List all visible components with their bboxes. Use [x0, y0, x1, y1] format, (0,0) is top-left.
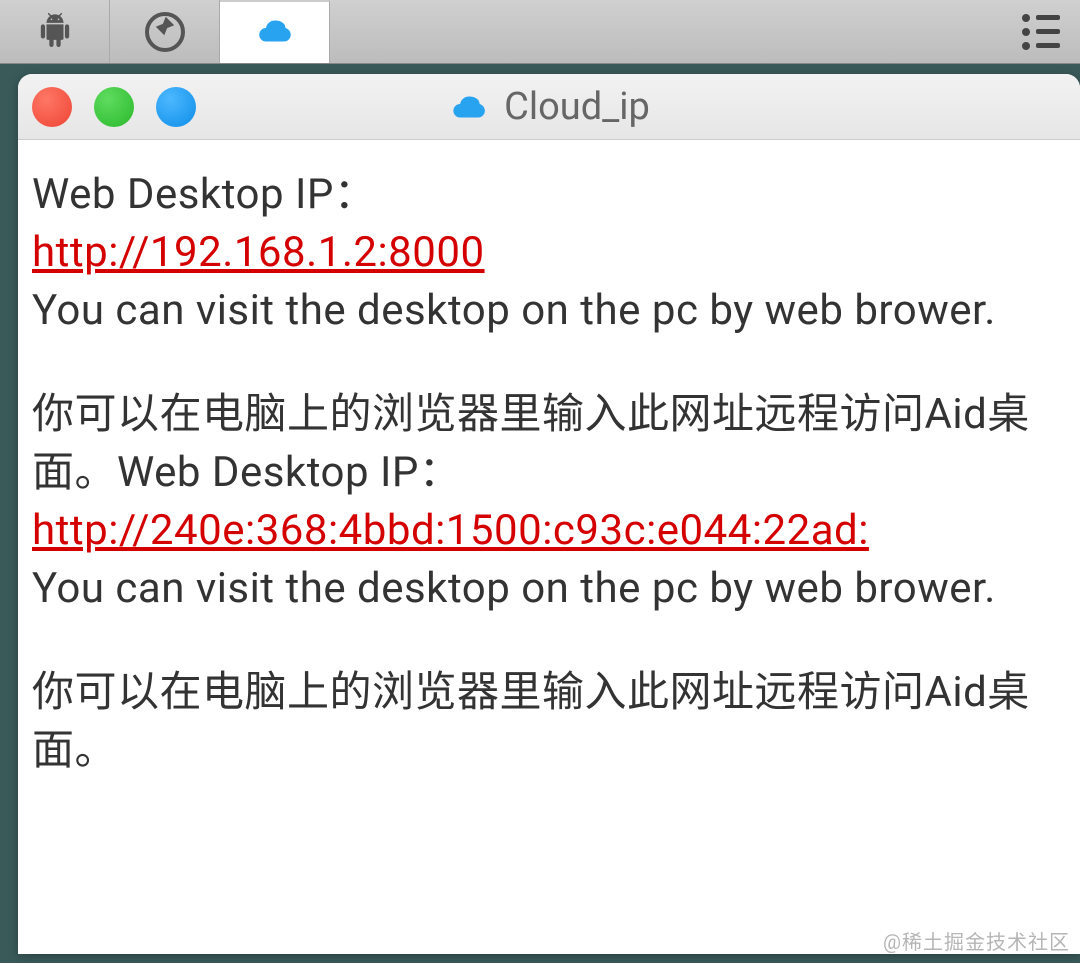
window-controls — [32, 87, 196, 127]
list-icon — [1022, 14, 1060, 50]
ip-label-1: Web Desktop IP： — [32, 170, 376, 219]
ip-block-2: 你可以在电脑上的浏览器里输入此网址远程访问Aid桌面。Web Desktop I… — [32, 386, 1066, 618]
taskbar — [0, 0, 1080, 64]
app-window: Cloud_ip Web Desktop IP： http://192.168.… — [18, 74, 1080, 954]
maximize-button[interactable] — [156, 87, 196, 127]
ip-block-3: 你可以在电脑上的浏览器里输入此网址远程访问Aid桌面。 — [32, 664, 1066, 780]
close-button[interactable] — [32, 87, 72, 127]
ip-url-ipv6[interactable]: http://240e:368:4bbd:1500:c93c:e044:22ad… — [32, 502, 869, 560]
android-icon — [38, 13, 72, 51]
watermark: @稀土掘金技术社区 — [883, 926, 1070, 955]
window-title: Cloud_ip — [448, 85, 650, 129]
minimize-button[interactable] — [94, 87, 134, 127]
ip-desc-1: You can visit the desktop on the pc by w… — [32, 286, 996, 335]
cloud-icon — [255, 16, 295, 50]
ip-url-ipv4[interactable]: http://192.168.1.2:8000 — [32, 224, 485, 282]
cloud-icon — [448, 92, 490, 122]
taskbar-item-android[interactable] — [0, 0, 110, 63]
titlebar[interactable]: Cloud_ip — [18, 74, 1080, 140]
ip-text-3: 你可以在电脑上的浏览器里输入此网址远程访问Aid桌面。 — [32, 668, 1030, 775]
menu-button[interactable] — [1022, 0, 1060, 63]
compass-icon — [145, 12, 185, 52]
taskbar-item-browser[interactable] — [110, 0, 220, 63]
ip-desc-2: You can visit the desktop on the pc by w… — [32, 564, 996, 613]
ip-intro-2: 你可以在电脑上的浏览器里输入此网址远程访问Aid桌面。Web Desktop I… — [32, 390, 1030, 497]
ip-block-1: Web Desktop IP： http://192.168.1.2:8000 … — [32, 166, 1066, 340]
window-title-text: Cloud_ip — [504, 85, 650, 129]
taskbar-item-cloud[interactable] — [220, 0, 330, 63]
content-area: Web Desktop IP： http://192.168.1.2:8000 … — [18, 140, 1080, 954]
